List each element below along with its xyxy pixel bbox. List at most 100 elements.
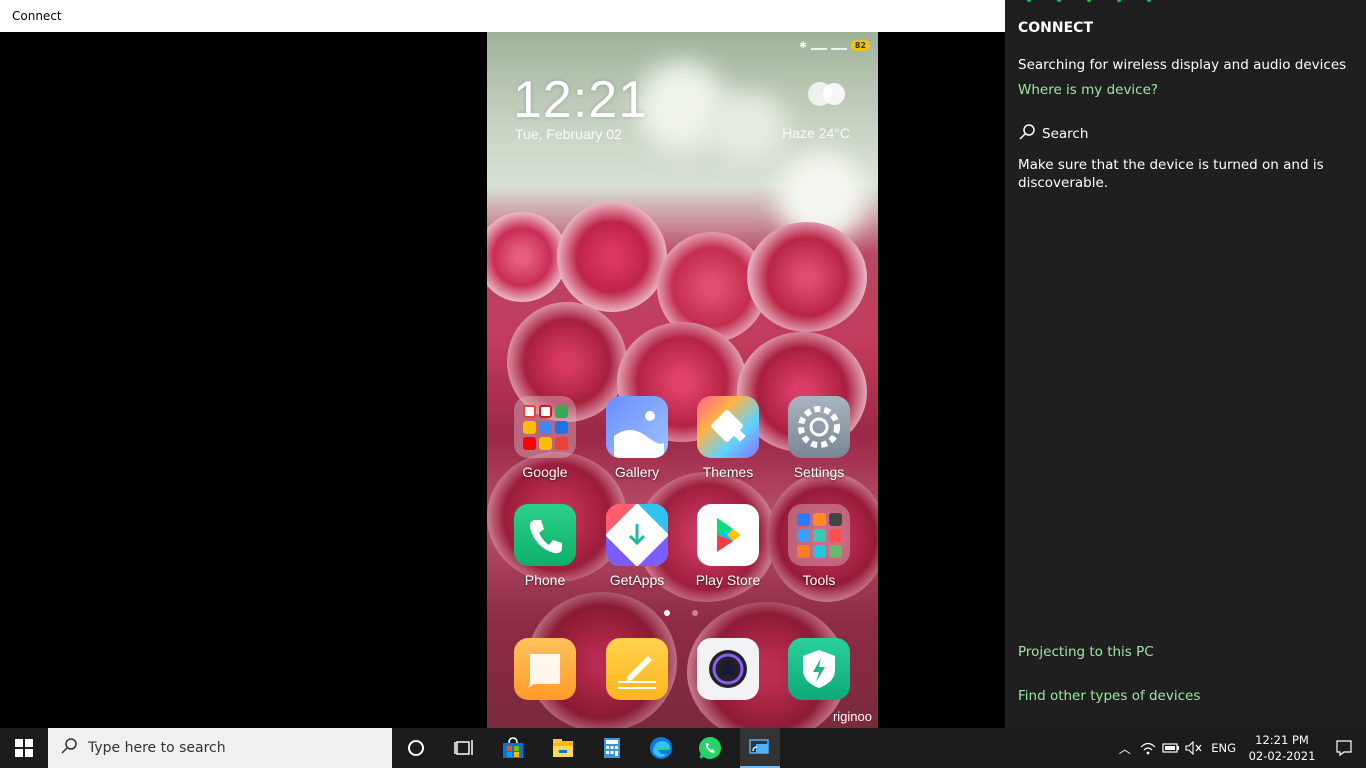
search-button[interactable]: Search	[1018, 123, 1088, 145]
connect-panel: CONNECT Searching for wireless display a…	[1005, 0, 1366, 728]
signal-icon	[810, 41, 827, 50]
show-hidden-icons-button[interactable]: ︿	[1113, 740, 1136, 757]
play-store-icon	[697, 504, 759, 566]
themes-icon	[697, 396, 759, 458]
app-label: GetApps	[609, 572, 665, 588]
progress-dot	[1147, 0, 1151, 2]
search-label: Search	[1042, 126, 1089, 142]
phone-mirror-screen[interactable]: ✱ 82 12:21 Tue, February 02 Haze 24°C Go…	[487, 32, 878, 728]
volume-button[interactable]	[1182, 741, 1205, 755]
start-button[interactable]	[0, 728, 48, 768]
app-themes[interactable]: Themes	[688, 396, 768, 480]
store-button[interactable]	[489, 728, 537, 768]
connect-window: Connect ✱ 82 12:21 Tue, February 02 Haze…	[0, 0, 1005, 728]
app-label: Tools	[802, 572, 836, 588]
cortana-button[interactable]	[392, 728, 440, 768]
wallpaper-rose	[747, 222, 867, 332]
volume-muted-icon	[1185, 741, 1202, 755]
taskbar-clock[interactable]: 12:21 PM 02-02-2021	[1242, 732, 1322, 764]
settings-gear-icon	[788, 396, 850, 458]
store-icon	[503, 737, 523, 758]
discoverable-hint-text: Make sure that the device is turned on a…	[1018, 157, 1324, 191]
app-phone[interactable]: Phone	[505, 504, 585, 588]
notes-icon	[606, 638, 668, 700]
phone-clock: 12:21	[513, 71, 649, 129]
chevron-up-icon: ︿	[1118, 741, 1131, 756]
task-view-button[interactable]	[440, 728, 488, 768]
progress-dot	[1057, 0, 1061, 2]
app-play-store[interactable]: Play Store	[688, 504, 768, 588]
calculator-icon	[604, 738, 620, 758]
google-folder-icon	[514, 396, 576, 458]
calculator-button[interactable]	[588, 728, 636, 768]
whatsapp-icon	[699, 737, 721, 759]
edge-button[interactable]	[637, 728, 685, 768]
dock-camera[interactable]	[688, 638, 768, 700]
phone-weather: Haze 24°C	[782, 125, 850, 141]
searching-status-text: Searching for wireless display and audio…	[1018, 57, 1347, 73]
app-gallery[interactable]: Gallery	[597, 396, 677, 480]
battery-icon: 82	[850, 40, 870, 51]
connect-app-button[interactable]	[740, 728, 780, 768]
panel-title: CONNECT	[1018, 20, 1093, 36]
wallpaper-rose	[487, 212, 567, 302]
cortana-icon	[408, 740, 424, 756]
app-google[interactable]: Google	[505, 396, 585, 480]
window-title: Connect	[12, 9, 62, 23]
dock-notes[interactable]	[597, 638, 677, 700]
connect-app-icon	[749, 739, 769, 754]
page-dot	[692, 610, 698, 616]
app-tools[interactable]: Tools	[779, 504, 859, 588]
bluetooth-icon: ✱	[799, 40, 807, 51]
battery-icon	[1162, 743, 1179, 753]
battery-button[interactable]	[1159, 742, 1182, 754]
where-is-my-device-link[interactable]: Where is my device?	[1018, 82, 1158, 98]
edge-icon	[650, 737, 672, 759]
action-center-button[interactable]	[1322, 739, 1366, 757]
page-indicator	[664, 610, 698, 616]
dock-security[interactable]	[779, 638, 859, 700]
phone-icon	[514, 504, 576, 566]
taskbar: Type here to search ︿ ENG 12:21 PM 02-02…	[0, 728, 1366, 768]
network-button[interactable]	[1136, 741, 1159, 755]
task-view-icon	[454, 740, 473, 755]
wifi-icon	[1140, 742, 1156, 755]
search-icon	[60, 737, 78, 759]
getapps-icon	[606, 504, 668, 566]
app-label: Themes	[702, 464, 754, 480]
app-label: Phone	[524, 572, 566, 588]
app-label: Settings	[793, 464, 845, 480]
title-bar: Connect	[0, 0, 1005, 32]
gallery-icon	[606, 396, 668, 458]
file-explorer-icon	[553, 739, 573, 757]
search-placeholder: Type here to search	[88, 740, 226, 756]
progress-dot	[1117, 0, 1121, 2]
app-label: Google	[522, 464, 568, 480]
windows-logo-icon	[15, 739, 33, 757]
find-other-devices-link[interactable]: Find other types of devices	[1018, 688, 1200, 704]
camera-icon	[697, 638, 759, 700]
whatsapp-button[interactable]	[686, 728, 734, 768]
page-dot-active	[664, 610, 670, 616]
wallpaper-flower-blur	[707, 92, 787, 162]
dock-messaging[interactable]	[505, 638, 585, 700]
messaging-icon	[514, 638, 576, 700]
notification-icon	[1336, 740, 1352, 757]
search-icon	[1018, 123, 1036, 145]
file-explorer-button[interactable]	[539, 728, 587, 768]
watermark-text: riginoo	[832, 709, 872, 724]
app-getapps[interactable]: GetApps	[597, 504, 677, 588]
language-indicator[interactable]: ENG	[1205, 741, 1242, 755]
progress-dot	[1027, 0, 1031, 2]
haze-weather-icon	[802, 80, 850, 108]
phone-date: Tue, February 02	[515, 126, 622, 142]
app-label: Gallery	[614, 464, 660, 480]
system-tray: ︿ ENG 12:21 PM 02-02-2021	[1113, 728, 1366, 768]
tools-folder-icon	[788, 504, 850, 566]
signal-icon	[830, 41, 847, 50]
projecting-to-this-pc-link[interactable]: Projecting to this PC	[1018, 644, 1154, 660]
searching-progress-dots	[1027, 0, 1151, 2]
taskbar-search-box[interactable]: Type here to search	[48, 728, 392, 768]
taskbar-date: 02-02-2021	[1248, 749, 1316, 763]
app-settings[interactable]: Settings	[779, 396, 859, 480]
